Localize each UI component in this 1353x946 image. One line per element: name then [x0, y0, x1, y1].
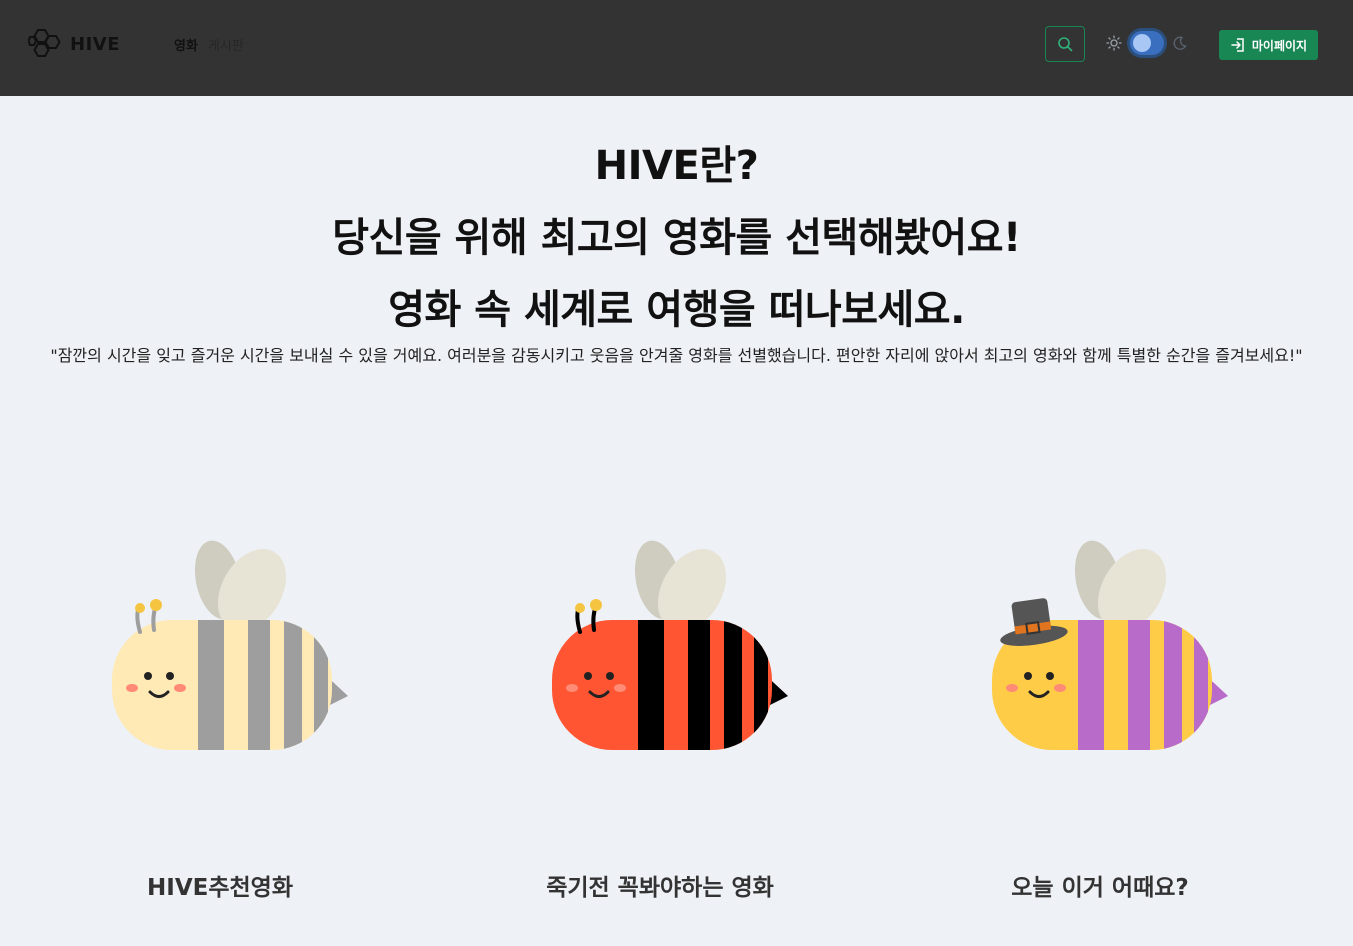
toggle-knob [1133, 34, 1151, 52]
search-icon [1058, 37, 1073, 52]
card-title: 죽기전 꼭봐야하는 영화 [546, 875, 774, 901]
card-how-about-today[interactable]: 오늘 이거 어때요? [890, 520, 1310, 920]
login-icon [1231, 38, 1244, 52]
nav-movies[interactable]: 영화 [174, 35, 198, 54]
hexagon-logo-icon [28, 29, 61, 57]
nav-board[interactable]: 게시판 [208, 35, 244, 54]
hero-subtitle: 당신을 위해 최고의 영화를 선택해봤어요! [332, 215, 1021, 261]
card-must-watch[interactable]: 죽기전 꼭봐야하는 영화 [450, 520, 870, 920]
hero-description: "잠깐의 시간을 잊고 즐거운 시간을 보내실 수 있을 거예요. 여러분을 감… [50, 346, 1303, 365]
bee-pilgrim-hat-illustration [992, 540, 1228, 750]
bee-gray-illustration [112, 540, 348, 750]
bee-red-illustration [552, 540, 788, 750]
mypage-button[interactable]: 마이페이지 [1219, 30, 1318, 60]
nav-links: 영화 게시판 [174, 35, 244, 54]
logo[interactable]: HIVE [28, 28, 120, 60]
card-title: HIVE추천영화 [147, 875, 293, 901]
sun-icon [1106, 35, 1122, 51]
theme-switcher [1106, 31, 1188, 55]
hero: HIVE란? 당신을 위해 최고의 영화를 선택해봤어요! 영화 속 세계로 여… [0, 130, 1353, 346]
hero-title: HIVE란? [594, 143, 759, 189]
moon-icon [1173, 36, 1187, 50]
card-hive-recommend[interactable]: HIVE추천영화 [10, 520, 430, 920]
search-button[interactable] [1045, 26, 1085, 62]
mypage-label: 마이페이지 [1251, 38, 1308, 53]
logo-text: HIVE [70, 33, 120, 55]
card-title: 오늘 이거 어때요? [1011, 875, 1189, 901]
navbar: HIVE 영화 게시판 마이페이지 [0, 0, 1353, 96]
theme-toggle[interactable] [1130, 31, 1164, 55]
hero-tagline: 영화 속 세계로 여행을 떠나보세요. [388, 287, 965, 333]
